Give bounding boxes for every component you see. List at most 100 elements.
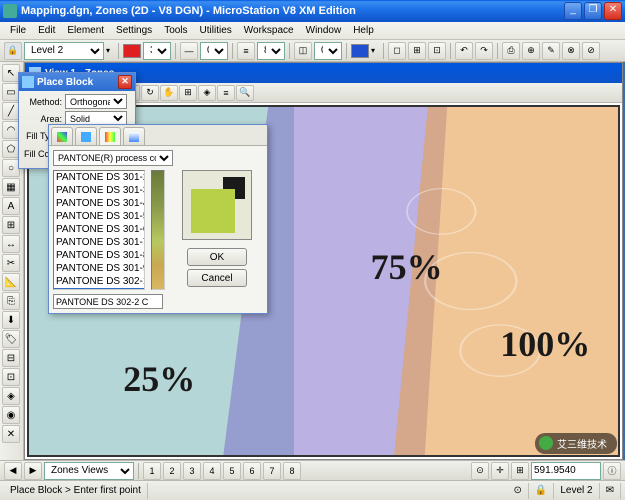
color-list-item[interactable]: PANTONE DS 301-9 C [54, 262, 144, 275]
tool-icon[interactable]: ↶ [455, 42, 473, 60]
menu-edit[interactable]: Edit [32, 23, 61, 38]
view-group-select[interactable]: Zones Views [44, 462, 134, 480]
tool-icon[interactable]: ⎙ [502, 42, 520, 60]
tool-icon[interactable]: ◈ [2, 387, 20, 405]
grid-icon[interactable]: ⊞ [511, 462, 529, 480]
menu-element[interactable]: Element [61, 23, 110, 38]
color-list-item[interactable]: PANTONE DS 301-4 C [54, 197, 144, 210]
menu-utilities[interactable]: Utilities [194, 23, 238, 38]
ok-button[interactable]: OK [187, 248, 247, 266]
view-num-button[interactable]: 2 [163, 462, 181, 480]
message-icon[interactable]: ✉ [600, 483, 621, 499]
method-select[interactable]: Orthogonal [65, 94, 127, 109]
view-tool-icon[interactable]: ↻ [141, 85, 159, 101]
view-num-button[interactable]: 7 [263, 462, 281, 480]
tool-icon[interactable]: ⊡ [2, 368, 20, 386]
color-book-select[interactable]: PANTONE(R) process coated [53, 150, 173, 166]
menu-help[interactable]: Help [347, 23, 380, 38]
color-list-item[interactable]: PANTONE DS 301-8 C [54, 249, 144, 262]
view-num-button[interactable]: 6 [243, 462, 261, 480]
tool-icon[interactable]: ⊡ [428, 42, 446, 60]
dropdown-icon[interactable]: ▾ [106, 46, 114, 55]
lock-icon[interactable]: 🔒 [4, 42, 22, 60]
group-icon[interactable]: ⊟ [2, 349, 20, 367]
color-list-item[interactable]: PANTONE DS 301-5 C [54, 210, 144, 223]
info-icon[interactable]: ⓘ [603, 462, 621, 480]
view-num-button[interactable]: 3 [183, 462, 201, 480]
color-list-item[interactable]: PANTONE DS 302-1 C [54, 275, 144, 288]
delete-icon[interactable]: ✕ [2, 425, 20, 443]
measure-icon[interactable]: 📐 [2, 273, 20, 291]
view-num-button[interactable]: 1 [143, 462, 161, 480]
color-swatch-b[interactable] [351, 44, 369, 58]
num-select-1[interactable]: 3 [143, 42, 171, 60]
menu-workspace[interactable]: Workspace [238, 23, 300, 38]
linestyle-icon[interactable]: — [180, 42, 198, 60]
area-label: Area: [22, 114, 62, 124]
modify-icon[interactable]: ✂ [2, 254, 20, 272]
color-tab-book[interactable] [99, 127, 121, 145]
tool-icon[interactable]: ✎ [542, 42, 560, 60]
cell-icon[interactable]: ⊞ [2, 216, 20, 234]
drop-icon[interactable]: ⬇ [2, 311, 20, 329]
lineweight-icon[interactable]: ≡ [237, 42, 255, 60]
dropdown-icon[interactable]: ▾ [371, 46, 379, 55]
view-tool-icon[interactable]: ✋ [160, 85, 178, 101]
menu-tools[interactable]: Tools [158, 23, 193, 38]
snap-icon[interactable]: ⊙ [471, 462, 489, 480]
tag-icon[interactable]: 🏷 [2, 330, 20, 348]
color-name-field[interactable] [53, 294, 163, 309]
color-picker-dialog: PANTONE(R) process coated PANTONE DS 301… [48, 124, 268, 314]
coord-readout[interactable] [531, 462, 601, 480]
view-tool-icon[interactable]: ≡ [217, 85, 235, 101]
color-list[interactable]: PANTONE DS 301-2 CPANTONE DS 301-3 CPANT… [53, 170, 145, 290]
menu-settings[interactable]: Settings [110, 23, 158, 38]
color-tab-true[interactable] [75, 127, 97, 145]
color-tab-gradient[interactable] [123, 127, 145, 145]
view-tool-icon[interactable]: 🔍 [236, 85, 254, 101]
menu-window[interactable]: Window [300, 23, 348, 38]
zone-label: 75% [371, 246, 443, 288]
tool-icon[interactable]: ⊞ [408, 42, 426, 60]
transparency-icon[interactable]: ◫ [294, 42, 312, 60]
view-next-icon[interactable]: ▶ [24, 462, 42, 480]
copy-icon[interactable]: ⎘ [2, 292, 20, 310]
color-swatch-main[interactable] [123, 44, 141, 58]
level-select[interactable]: Level 2 [24, 42, 104, 60]
text-icon[interactable]: A [2, 197, 20, 215]
tool-icon[interactable]: ⊕ [522, 42, 540, 60]
num-select-4[interactable]: 0 [314, 42, 342, 60]
color-list-item[interactable]: PANTONE DS 301-2 C [54, 171, 144, 184]
maximize-button[interactable]: ❐ [584, 2, 602, 20]
num-select-2[interactable]: 0 [200, 42, 228, 60]
tool-icon[interactable]: ↷ [475, 42, 493, 60]
dialog-close-button[interactable]: ✕ [118, 75, 132, 89]
view-tool-icon[interactable]: ⊞ [179, 85, 197, 101]
tool-icon[interactable]: ⊗ [562, 42, 580, 60]
tool-icon[interactable]: ◉ [2, 406, 20, 424]
snap-button[interactable]: ⊙ [508, 483, 529, 499]
dialog-titlebar[interactable]: Place Block ✕ [19, 73, 135, 91]
gradient-column[interactable] [151, 170, 165, 290]
lock-button[interactable]: 🔒 [529, 483, 554, 499]
cancel-button[interactable]: Cancel [187, 269, 247, 287]
view-num-button[interactable]: 8 [283, 462, 301, 480]
pattern-icon[interactable]: ▦ [2, 178, 20, 196]
minimize-button[interactable]: _ [564, 2, 582, 20]
color-list-item[interactable]: PANTONE DS 301-3 C [54, 184, 144, 197]
tool-icon[interactable]: ◻ [388, 42, 406, 60]
menu-file[interactable]: File [4, 23, 32, 38]
view-num-button[interactable]: 5 [223, 462, 241, 480]
dimension-icon[interactable]: ↔ [2, 235, 20, 253]
acs-icon[interactable]: ✛ [491, 462, 509, 480]
color-list-item[interactable]: PANTONE DS 301-6 C [54, 223, 144, 236]
num-select-3[interactable]: 8 [257, 42, 285, 60]
view-num-button[interactable]: 4 [203, 462, 221, 480]
color-list-item[interactable]: PANTONE DS 302-2 C [54, 288, 144, 290]
color-list-item[interactable]: PANTONE DS 301-7 C [54, 236, 144, 249]
tool-icon[interactable]: ⊘ [582, 42, 600, 60]
close-button[interactable]: ✕ [604, 2, 622, 20]
color-tab-indexed[interactable] [51, 127, 73, 145]
view-tool-icon[interactable]: ◈ [198, 85, 216, 101]
view-prev-icon[interactable]: ◀ [4, 462, 22, 480]
